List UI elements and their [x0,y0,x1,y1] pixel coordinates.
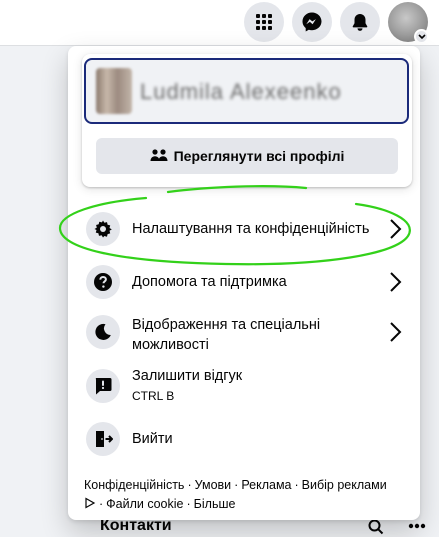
account-avatar-button[interactable] [388,2,429,44]
menu-item-settings-privacy[interactable]: Налаштування та конфіденційність [76,208,412,250]
bell-icon [352,14,368,31]
footer-link-terms[interactable]: Умови [195,478,232,492]
display-icon-circle [86,315,120,349]
account-menu-dropdown: Ludmila Alexeenko Переглянути всі профіл… [68,46,420,520]
grid-icon [256,14,272,30]
question-icon [94,273,112,291]
footer-link-cookies[interactable]: Файли cookie [106,497,183,511]
settings-privacy-label: Налаштування та конфіденційність [132,221,370,237]
profiles-icon [150,149,168,161]
profile-avatar [96,68,132,114]
chevron-down-icon [417,33,426,39]
footer-link-privacy[interactable]: Конфіденційність [84,478,184,492]
top-navigation-bar [0,0,439,46]
footer-separator: · [234,478,239,492]
profile-card: Ludmila Alexeenko Переглянути всі профіл… [82,54,412,187]
help-support-label: Допомога та підтримка [132,274,287,290]
give-feedback-shortcut: CTRL B [132,389,175,403]
footer-link-advertising[interactable]: Реклама [241,478,291,492]
footer-separator: · [187,478,192,492]
profile-name: Ludmila Alexeenko [140,79,342,104]
feedback-icon [95,378,112,395]
chevron-right-icon [390,219,402,239]
menu-item-display-accessibility[interactable]: Відображення та спеціальні можливості [76,310,412,360]
chevron-right-icon [390,272,402,292]
display-accessibility-label: Відображення та спеціальні [132,317,321,333]
ad-choices-icon [85,497,96,509]
account-menu-badge [414,29,429,44]
notifications-button[interactable] [340,2,380,42]
feedback-icon-circle [86,369,120,403]
gear-icon [94,220,112,238]
footer-line-1: Конфіденційність · Умови · Реклама · Вибір рек… [84,476,414,495]
footer-links: Конфіденційність · Умови · Реклама · Вибір рек… [84,476,414,514]
footer-link-more[interactable]: Більше [194,497,236,511]
display-accessibility-label-line2: можливості [132,337,209,353]
search-icon[interactable] [368,519,384,535]
menu-item-give-feedback[interactable]: Залишити відгук CTRL B [76,364,412,412]
more-options-icon[interactable] [408,523,426,529]
logout-icon [96,431,113,447]
menu-grid-button[interactable] [244,2,284,42]
footer-separator: · [186,497,191,511]
see-all-profiles-button[interactable]: Переглянути всі профілі [96,138,398,174]
moon-icon [95,323,111,340]
see-all-profiles-label: Переглянути всі профілі [173,148,345,164]
menu-item-help-support[interactable]: Допомога та підтримка [76,262,412,304]
footer-separator: · [294,478,299,492]
footer-separator: · [99,497,104,511]
messenger-icon [302,12,322,32]
current-profile-row[interactable]: Ludmila Alexeenko [84,58,409,124]
settings-icon-circle [86,212,120,246]
menu-item-log-out[interactable]: Вийти [76,420,412,460]
chevron-right-icon [390,322,402,342]
give-feedback-label: Залишити відгук [132,368,243,384]
log-out-label: Вийти [132,431,173,447]
logout-icon-circle [86,422,120,456]
help-icon-circle [86,265,120,299]
messenger-button[interactable] [292,2,332,42]
footer-line-2: · Файли cookie · Більше [84,495,414,514]
footer-link-ad-choices[interactable]: Вибір реклами [302,478,387,492]
